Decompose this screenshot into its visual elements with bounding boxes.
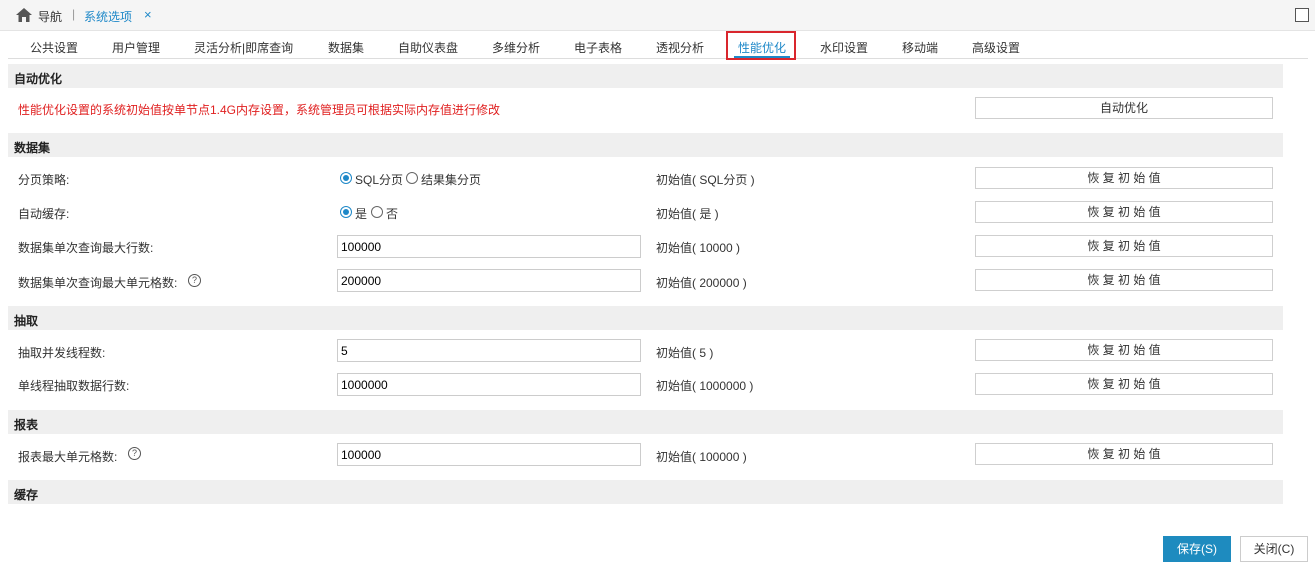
settings-tab-bar: 公共设置 用户管理 灵活分析|即席查询 数据集 自助仪表盘 多维分析 电子表格 … (8, 34, 1308, 59)
threads-label: 抽取并发线程数: (18, 346, 106, 360)
tab-multidim-analysis[interactable]: 多维分析 (492, 39, 540, 56)
section-title: 抽取 (14, 314, 39, 328)
report-max-cells-initial-value: 初始值( 100000 ) (656, 450, 747, 464)
tab-advanced[interactable]: 高级设置 (972, 39, 1020, 56)
paging-resultset-radio[interactable] (406, 172, 418, 184)
breadcrumb-separator: | (72, 7, 76, 21)
top-bar: 导航 | 系统选项 × (0, 0, 1315, 31)
help-icon[interactable]: ? (188, 274, 201, 287)
section-cache: 缓存 (8, 480, 1283, 504)
section-title: 报表 (14, 418, 39, 432)
threads-input[interactable] (337, 339, 641, 362)
max-rows-label: 数据集单次查询最大行数: (18, 241, 154, 255)
paging-label: 分页策略: (18, 173, 70, 187)
tab-self-dashboard[interactable]: 自助仪表盘 (398, 39, 458, 56)
tab-flexible-analysis[interactable]: 灵活分析|即席查询 (194, 39, 293, 56)
autocache-yes-label[interactable]: 是 (355, 205, 367, 222)
rows-per-thread-input[interactable] (337, 373, 641, 396)
tab-mobile[interactable]: 移动端 (902, 39, 938, 56)
autocache-label: 自动缓存: (18, 207, 70, 221)
max-cells-initial-value: 初始值( 200000 ) (656, 276, 747, 290)
threads-restore-button[interactable]: 恢 复 初 始 值 (975, 339, 1273, 361)
tab-pivot-analysis[interactable]: 透视分析 (656, 39, 704, 56)
autocache-initial-value: 初始值( 是 ) (656, 207, 719, 221)
section-auto-optimize: 自动优化 (8, 64, 1283, 88)
rows-per-thread-initial-value: 初始值( 1000000 ) (656, 379, 754, 393)
section-extract: 抽取 (8, 306, 1283, 330)
report-max-cells-label: 报表最大单元格数: (18, 450, 118, 464)
tab-watermark[interactable]: 水印设置 (820, 39, 868, 56)
highlight-frame (726, 31, 796, 60)
section-dataset: 数据集 (8, 133, 1283, 157)
warning-text: 性能优化设置的系统初始值按单节点1.4G内存设置，系统管理员可根据实际内存值进行… (18, 103, 501, 117)
max-cells-label: 数据集单次查询最大单元格数: (18, 276, 178, 290)
paging-sql-label[interactable]: SQL分页 (355, 171, 403, 188)
close-button[interactable]: 关闭(C) (1240, 536, 1308, 562)
save-button[interactable]: 保存(S) (1163, 536, 1231, 562)
autocache-no-label[interactable]: 否 (386, 205, 398, 222)
max-cells-restore-button[interactable]: 恢 复 初 始 值 (975, 269, 1273, 291)
tab-dataset[interactable]: 数据集 (328, 39, 364, 56)
maximize-icon[interactable] (1295, 8, 1309, 22)
report-max-cells-input[interactable] (337, 443, 641, 466)
report-max-cells-restore-button[interactable]: 恢 复 初 始 值 (975, 443, 1273, 465)
max-rows-input[interactable] (337, 235, 641, 258)
autocache-restore-button[interactable]: 恢 复 初 始 值 (975, 201, 1273, 223)
auto-optimize-button[interactable]: 自动优化 (975, 97, 1273, 119)
autocache-no-radio[interactable] (371, 206, 383, 218)
max-rows-initial-value: 初始值( 10000 ) (656, 241, 741, 255)
section-report: 报表 (8, 410, 1283, 434)
section-title: 数据集 (14, 141, 51, 155)
max-rows-restore-button[interactable]: 恢 复 初 始 值 (975, 235, 1273, 257)
max-cells-input[interactable] (337, 269, 641, 292)
home-icon[interactable] (16, 8, 32, 22)
tab-user-management[interactable]: 用户管理 (112, 39, 160, 56)
paging-resultset-label[interactable]: 结果集分页 (421, 171, 481, 188)
section-title: 自动优化 (14, 72, 63, 86)
rows-per-thread-label: 单线程抽取数据行数: (18, 379, 130, 393)
tab-spreadsheet[interactable]: 电子表格 (574, 39, 622, 56)
paging-initial-value: 初始值( SQL分页 ) (656, 173, 755, 187)
paging-sql-radio[interactable] (340, 172, 352, 184)
open-tab-system-options[interactable]: 系统选项 (84, 8, 132, 25)
help-icon[interactable]: ? (128, 447, 141, 460)
section-title: 缓存 (14, 488, 39, 502)
nav-label[interactable]: 导航 (38, 8, 62, 25)
threads-initial-value: 初始值( 5 ) (656, 346, 714, 360)
tab-public-settings[interactable]: 公共设置 (30, 39, 78, 56)
autocache-yes-radio[interactable] (340, 206, 352, 218)
rows-per-thread-restore-button[interactable]: 恢 复 初 始 值 (975, 373, 1273, 395)
paging-restore-button[interactable]: 恢 复 初 始 值 (975, 167, 1273, 189)
close-tab-icon[interactable]: × (144, 7, 152, 22)
